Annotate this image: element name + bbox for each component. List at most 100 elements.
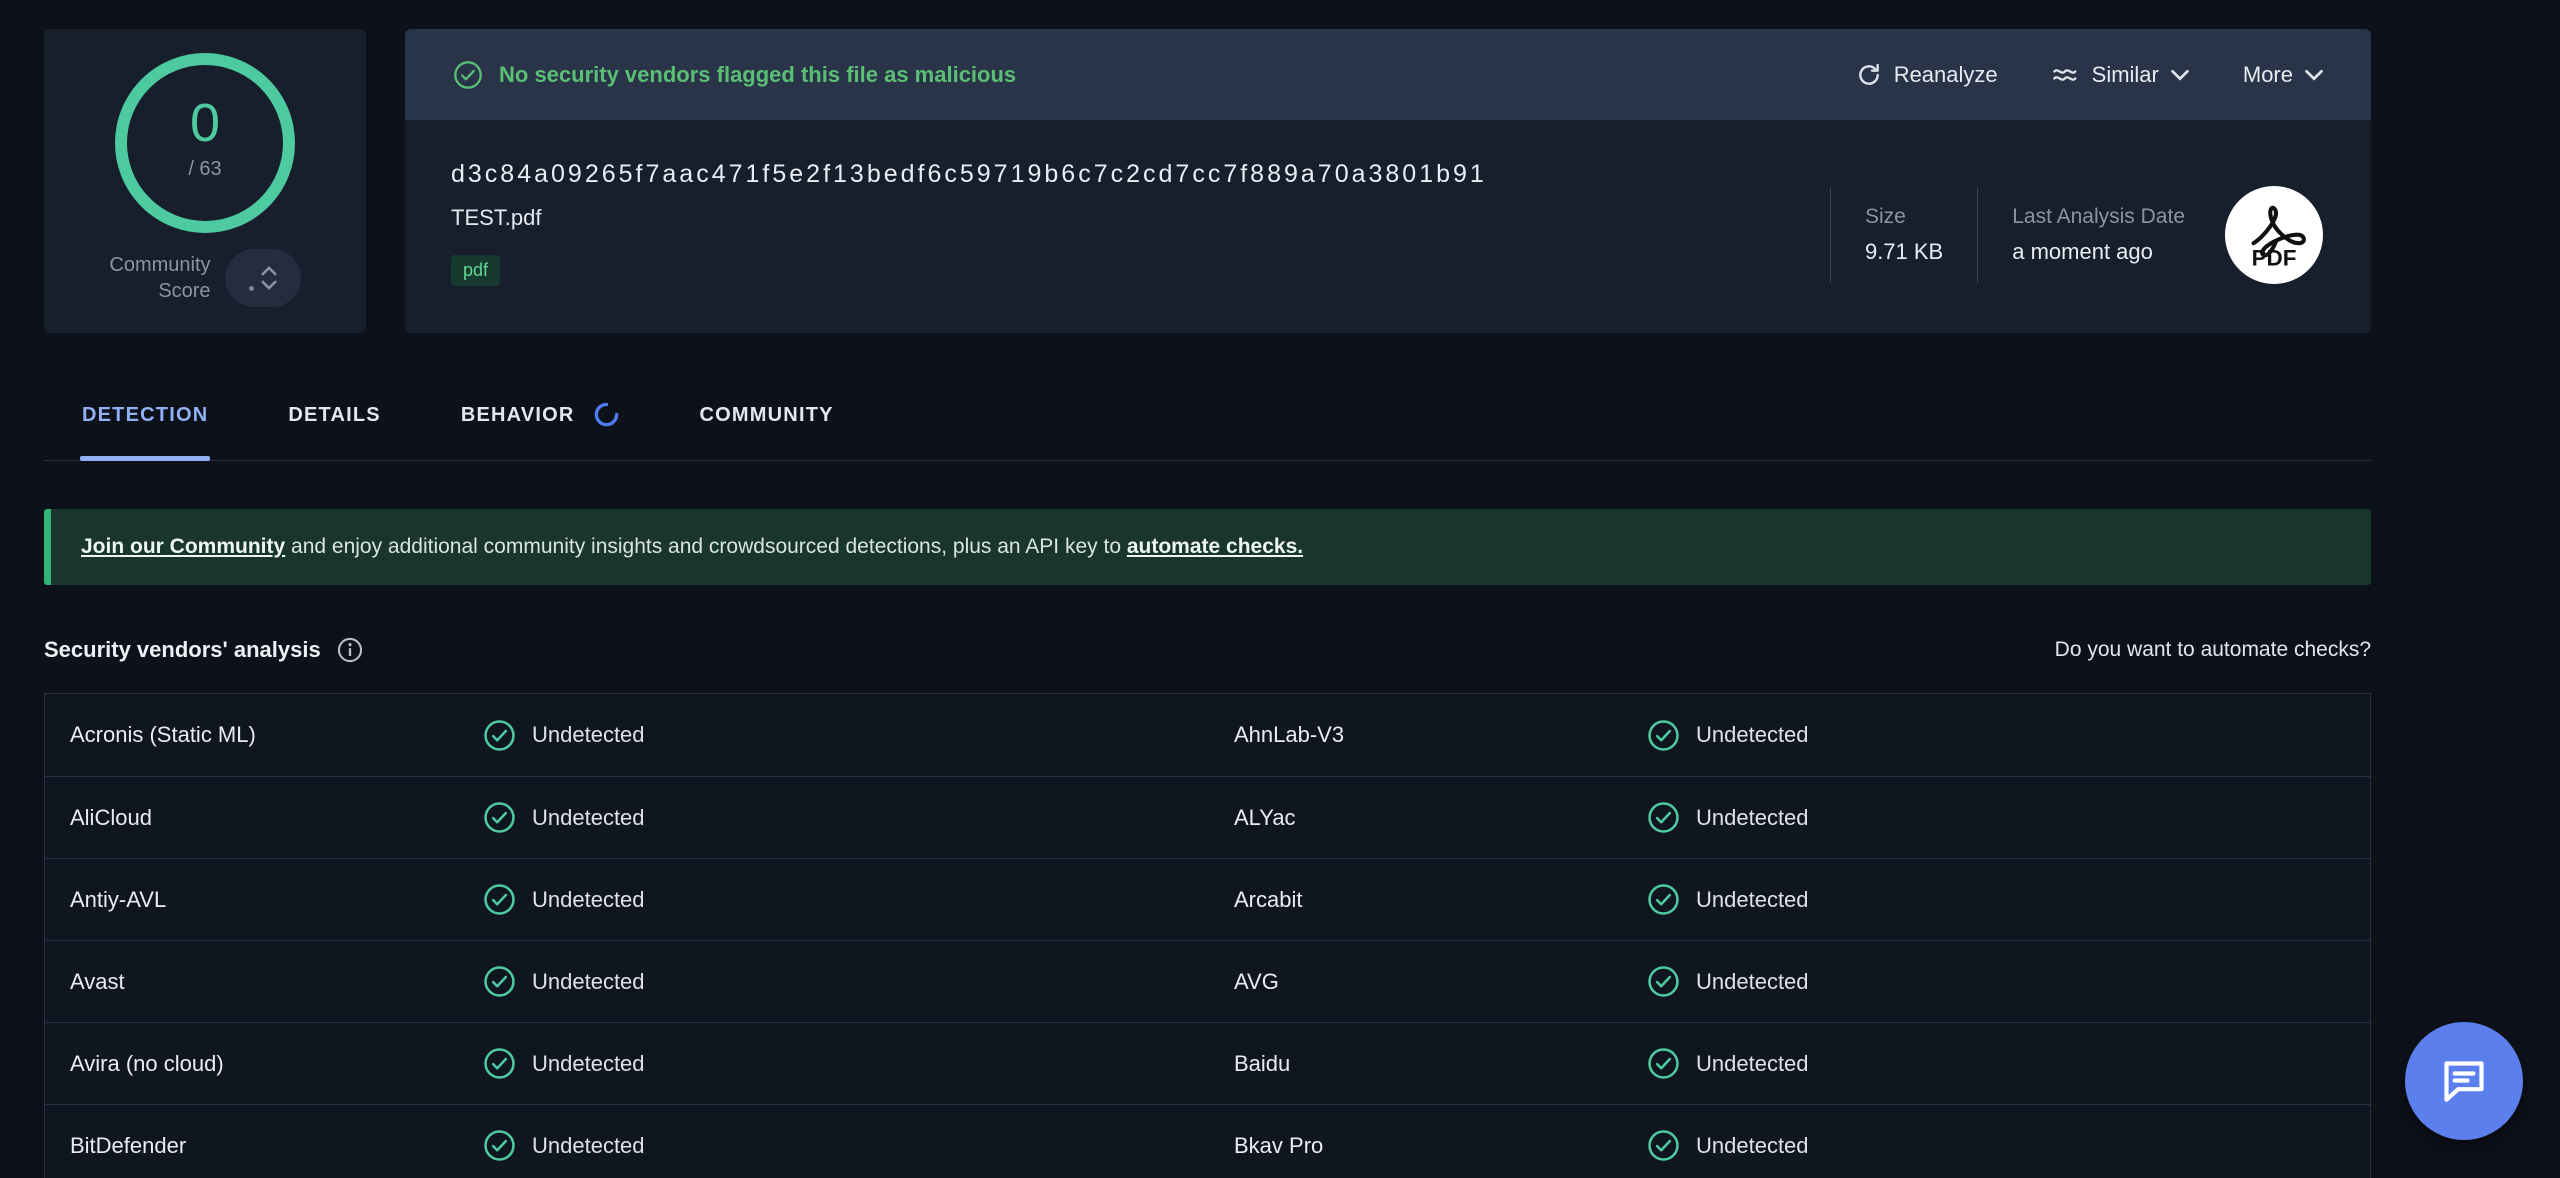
status-label: Undetected	[532, 969, 645, 995]
info-icon[interactable]	[337, 637, 363, 663]
chat-icon	[2436, 1053, 2492, 1109]
file-name: TEST.pdf	[451, 205, 1487, 231]
check-circle-icon	[1647, 1129, 1680, 1162]
reanalyze-button[interactable]: Reanalyze	[1856, 62, 1998, 88]
check-circle-icon	[1647, 801, 1680, 834]
verdict-bar: No security vendors flagged this file as…	[405, 29, 2371, 120]
chevron-down-icon	[2171, 69, 2189, 81]
status-label: Undetected	[532, 722, 645, 748]
status-label: Undetected	[1696, 805, 1809, 831]
status-label: Undetected	[532, 887, 645, 913]
table-row: Acronis (Static ML) Undetected AhnLab-V3…	[45, 694, 2370, 776]
community-banner: Join our Community and enjoy additional …	[44, 509, 2371, 585]
vendor-status: Undetected	[1647, 1047, 2370, 1080]
vendor-status: Undetected	[483, 801, 1234, 834]
chevron-down-icon	[2305, 69, 2323, 81]
tab-detection[interactable]: DETECTION	[80, 402, 210, 460]
community-vote-widget[interactable]	[225, 249, 301, 307]
last-analysis-label: Last Analysis Date	[2012, 205, 2185, 229]
loading-spinner-icon	[593, 401, 620, 428]
vendor-status: Undetected	[1647, 801, 2370, 834]
vendor-name: Avast	[70, 969, 483, 995]
community-score-label: Community Score	[109, 252, 210, 304]
verdict-text: No security vendors flagged this file as…	[499, 62, 1016, 88]
vendor-name: Antiy-AVL	[70, 887, 483, 913]
more-button[interactable]: More	[2243, 62, 2323, 88]
check-circle-icon	[483, 883, 516, 916]
vendor-name: AVG	[1234, 969, 1647, 995]
vendor-name: Baidu	[1234, 1051, 1647, 1077]
similar-icon	[2052, 65, 2080, 85]
table-row: Avira (no cloud) Undetected Baidu Undete…	[45, 1022, 2370, 1104]
section-title: Security vendors' analysis	[44, 637, 321, 663]
tab-bar: DETECTION DETAILS BEHAVIOR COMMUNITY	[44, 401, 2371, 461]
vendor-name: AhnLab-V3	[1234, 722, 1647, 748]
main-content: 0 / 63 Community Score	[44, 0, 2371, 1178]
tab-community[interactable]: COMMUNITY	[698, 402, 836, 460]
check-circle-icon	[483, 801, 516, 834]
file-tag-pdf[interactable]: pdf	[451, 255, 500, 286]
vendor-status: Undetected	[483, 883, 1234, 916]
table-row: Avast Undetected AVG Undetected	[45, 940, 2370, 1022]
check-circle-icon	[483, 1047, 516, 1080]
vendor-status: Undetected	[1647, 719, 2370, 752]
check-circle-icon	[1647, 883, 1680, 916]
table-row: BitDefender Undetected Bkav Pro Undetect…	[45, 1104, 2370, 1178]
vendor-name: Arcabit	[1234, 887, 1647, 913]
table-row: AliCloud Undetected ALYac Undetected	[45, 776, 2370, 858]
file-identity: d3c84a09265f7aac471f5e2f13bedf6c59719b6c…	[451, 160, 1487, 333]
status-label: Undetected	[1696, 722, 1809, 748]
check-circle-icon	[1647, 719, 1680, 752]
size-label: Size	[1865, 205, 1943, 229]
score-card: 0 / 63 Community Score	[44, 29, 366, 333]
check-circle-icon	[1647, 965, 1680, 998]
score-total: / 63	[188, 158, 221, 180]
check-circle-icon	[483, 1129, 516, 1162]
status-label: Undetected	[1696, 1133, 1809, 1159]
vote-down-icon[interactable]	[261, 280, 277, 290]
vendor-name: ALYac	[1234, 805, 1647, 831]
vendor-name: Acronis (Static ML)	[70, 722, 483, 748]
vendor-name: Avira (no cloud)	[70, 1051, 483, 1077]
status-label: Undetected	[1696, 887, 1809, 913]
reanalyze-icon	[1856, 62, 1882, 88]
vendor-status: Undetected	[1647, 965, 2370, 998]
vote-up-icon[interactable]	[261, 266, 277, 276]
chat-feedback-button[interactable]	[2405, 1022, 2523, 1140]
svg-text:PDF: PDF	[2252, 245, 2297, 270]
status-label: Undetected	[532, 1051, 645, 1077]
table-row: Antiy-AVL Undetected Arcabit Undetected	[45, 858, 2370, 940]
tab-behavior[interactable]: BEHAVIOR	[459, 401, 622, 460]
vendor-name: BitDefender	[70, 1133, 483, 1159]
automate-checks-prompt[interactable]: Do you want to automate checks?	[2055, 638, 2371, 662]
file-meta: Size 9.71 KB Last Analysis Date a moment…	[1796, 160, 2323, 333]
file-summary-card: No security vendors flagged this file as…	[405, 29, 2371, 333]
score-value: 0	[190, 93, 220, 153]
status-label: Undetected	[1696, 1051, 1809, 1077]
check-circle-icon	[483, 965, 516, 998]
check-circle-icon	[453, 60, 483, 90]
vendor-status: Undetected	[1647, 1129, 2370, 1162]
detection-score-ring: 0 / 63	[105, 43, 305, 243]
tab-details[interactable]: DETAILS	[286, 402, 382, 460]
join-community-link[interactable]: Join our Community	[81, 535, 285, 559]
pdf-file-icon: PDF	[2225, 186, 2323, 284]
size-value: 9.71 KB	[1865, 239, 1943, 265]
status-label: Undetected	[532, 805, 645, 831]
divider	[1977, 187, 1978, 283]
vendor-name: AliCloud	[70, 805, 483, 831]
check-circle-icon	[483, 719, 516, 752]
divider	[1830, 187, 1831, 283]
status-label: Undetected	[1696, 969, 1809, 995]
similar-button[interactable]: Similar	[2052, 62, 2189, 88]
file-hash: d3c84a09265f7aac471f5e2f13bedf6c59719b6c…	[451, 160, 1487, 189]
vendor-name: Bkav Pro	[1234, 1133, 1647, 1159]
vendor-status: Undetected	[1647, 883, 2370, 916]
vendor-status: Undetected	[483, 1047, 1234, 1080]
vendor-status: Undetected	[483, 719, 1234, 752]
automate-checks-link[interactable]: automate checks.	[1127, 535, 1303, 559]
vendor-table: Acronis (Static ML) Undetected AhnLab-V3…	[44, 693, 2371, 1178]
last-analysis-value: a moment ago	[2012, 239, 2185, 265]
check-circle-icon	[1647, 1047, 1680, 1080]
vendor-status: Undetected	[483, 965, 1234, 998]
